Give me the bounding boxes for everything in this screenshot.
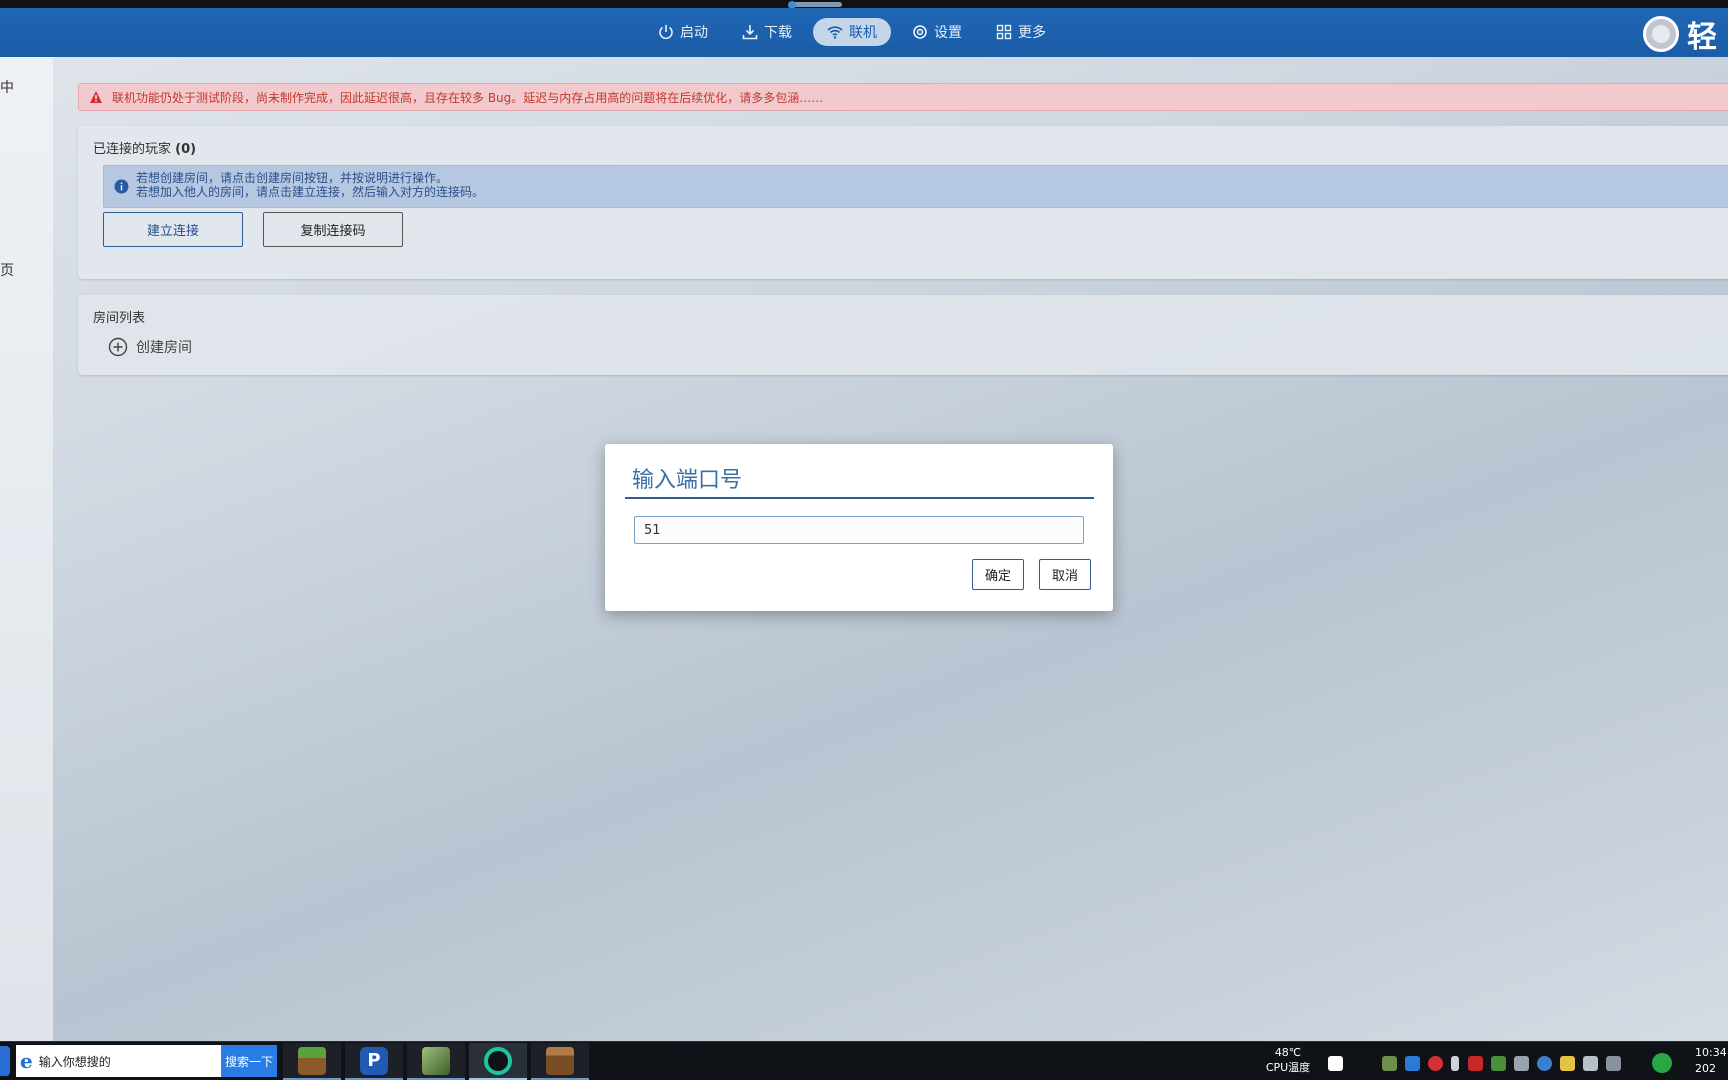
tray-blue-icon[interactable] [1405, 1056, 1420, 1071]
port-input[interactable] [634, 516, 1084, 544]
cpu-temp-label: CPU温度 [1265, 1061, 1311, 1074]
port-input-dialog: 输入端口号 确定 取消 [605, 444, 1113, 611]
cpu-temp-widget[interactable]: 48℃ CPU温度 [1260, 1045, 1316, 1075]
copy-code-button[interactable]: 复制连接码 [263, 212, 403, 247]
grid-icon [996, 24, 1012, 40]
nav-multiplayer-label: 联机 [849, 25, 877, 41]
grass-block-icon [298, 1046, 326, 1075]
cpu-temp-value: 48℃ [1274, 1046, 1302, 1059]
taskbar-app-launcher[interactable] [469, 1043, 527, 1080]
p-hexagon-icon: P [360, 1046, 388, 1075]
taskbar-app-game[interactable] [407, 1043, 465, 1080]
nav-multiplayer[interactable]: 联机 [813, 18, 891, 46]
title-bar: 启动 下载 联机 设置 更多 轻 [0, 8, 1728, 57]
brand-logo-icon [1643, 16, 1679, 52]
connect-button[interactable]: 建立连接 [103, 212, 243, 247]
nav-more[interactable]: 更多 [983, 18, 1059, 46]
info-hint: 若想创建房间，请点击创建房间按钮，并按说明进行操作。 若想加入他人的房间，请点击… [103, 165, 1728, 208]
taskbar: e 输入你想搜的 搜索一下 P 48℃ CPU温度 10:34 202 [0, 1041, 1728, 1080]
nav-settings[interactable]: 设置 [899, 18, 975, 46]
room-list-title: 房间列表 [93, 311, 146, 326]
sidebar-fragment-top[interactable]: 中 [0, 77, 14, 97]
thermometer-icon[interactable] [1451, 1056, 1459, 1071]
volume-icon[interactable] [1514, 1056, 1529, 1071]
power-icon [659, 25, 673, 40]
create-room-button[interactable]: 创建房间 [108, 337, 192, 357]
nav-launch[interactable]: 启动 [645, 18, 721, 46]
taskbar-clock[interactable]: 10:34 202 [1695, 1045, 1727, 1077]
top-nav: 启动 下载 联机 设置 更多 [645, 17, 1067, 47]
nav-more-label: 更多 [1018, 25, 1046, 41]
ok-button[interactable]: 确定 [972, 559, 1024, 590]
tray-app-icon[interactable] [1328, 1056, 1343, 1071]
tray-eye-icon[interactable] [1537, 1056, 1552, 1071]
top-strip [0, 0, 1728, 9]
creature-icon [422, 1046, 450, 1075]
clock-date: 202 [1695, 1062, 1716, 1075]
tray-record-icon[interactable] [1428, 1056, 1443, 1071]
taskbar-search-placeholder: 输入你想搜的 [38, 1054, 111, 1069]
warning-icon [90, 91, 102, 103]
nav-settings-label: 设置 [934, 25, 962, 41]
taskbar-search[interactable]: e 输入你想搜的 [16, 1045, 221, 1077]
plus-circle-icon [108, 337, 128, 357]
info-line-join: 若想加入他人的房间，请点击建立连接，然后输入对方的连接码。 [136, 185, 485, 199]
gear-icon [913, 25, 927, 39]
crafting-table-icon [546, 1046, 574, 1075]
start-button[interactable] [0, 1046, 10, 1076]
nav-launch-label: 启动 [680, 25, 708, 41]
tray-block-icon[interactable] [1382, 1056, 1397, 1071]
info-line-create: 若想创建房间，请点击创建房间按钮，并按说明进行操作。 [136, 171, 449, 185]
connected-players-title: 已连接的玩家 (0) [93, 138, 196, 157]
tray-feather-icon[interactable] [1606, 1056, 1621, 1071]
connected-players-count: (0) [175, 142, 197, 157]
taskbar-search-button[interactable]: 搜索一下 [221, 1045, 277, 1077]
info-icon [114, 179, 129, 194]
cancel-button[interactable]: 取消 [1039, 559, 1091, 590]
taskbar-app-crafting[interactable] [531, 1043, 589, 1080]
brand: 轻 [1643, 12, 1717, 56]
room-list-card: 房间列表 创建房间 [78, 295, 1728, 375]
warning-banner: 联机功能仍处于测试阶段，尚未制作完成，因此延迟很高，且存在较多 Bug。延迟与内… [78, 83, 1728, 111]
create-room-label: 创建房间 [136, 340, 192, 356]
brand-text: 轻 [1687, 20, 1717, 55]
tray-red-icon[interactable] [1468, 1056, 1483, 1071]
nav-download[interactable]: 下载 [729, 18, 805, 46]
dialog-title: 输入端口号 [632, 468, 743, 493]
tray-green-badge-icon[interactable] [1652, 1053, 1672, 1073]
dialog-divider [625, 497, 1094, 499]
connected-players-card: 已连接的玩家 (0) 若想创建房间，请点击创建房间按钮，并按说明进行操作。 若想… [78, 126, 1728, 279]
nav-download-label: 下载 [764, 25, 792, 41]
taskbar-app-minecraft[interactable] [283, 1043, 341, 1080]
taskbar-app-p[interactable]: P [345, 1043, 403, 1080]
left-sidebar: 中 页 [0, 57, 53, 1041]
clock-time: 10:34 [1695, 1046, 1727, 1059]
tray-shield-icon[interactable] [1491, 1056, 1506, 1071]
connected-players-label: 已连接的玩家 [93, 142, 172, 157]
wifi-icon [827, 26, 843, 39]
tray-yellow-icon[interactable] [1560, 1056, 1575, 1071]
warning-text: 联机功能仍处于测试阶段，尚未制作完成，因此延迟很高，且存在较多 Bug。延迟与内… [112, 90, 824, 105]
window-drag-handle[interactable] [790, 2, 842, 7]
browser-icon: e [20, 1049, 33, 1073]
network-icon[interactable] [1583, 1056, 1598, 1071]
launcher-ring-icon [484, 1046, 512, 1075]
sidebar-fragment-lower[interactable]: 页 [0, 260, 14, 280]
download-icon [742, 25, 758, 40]
